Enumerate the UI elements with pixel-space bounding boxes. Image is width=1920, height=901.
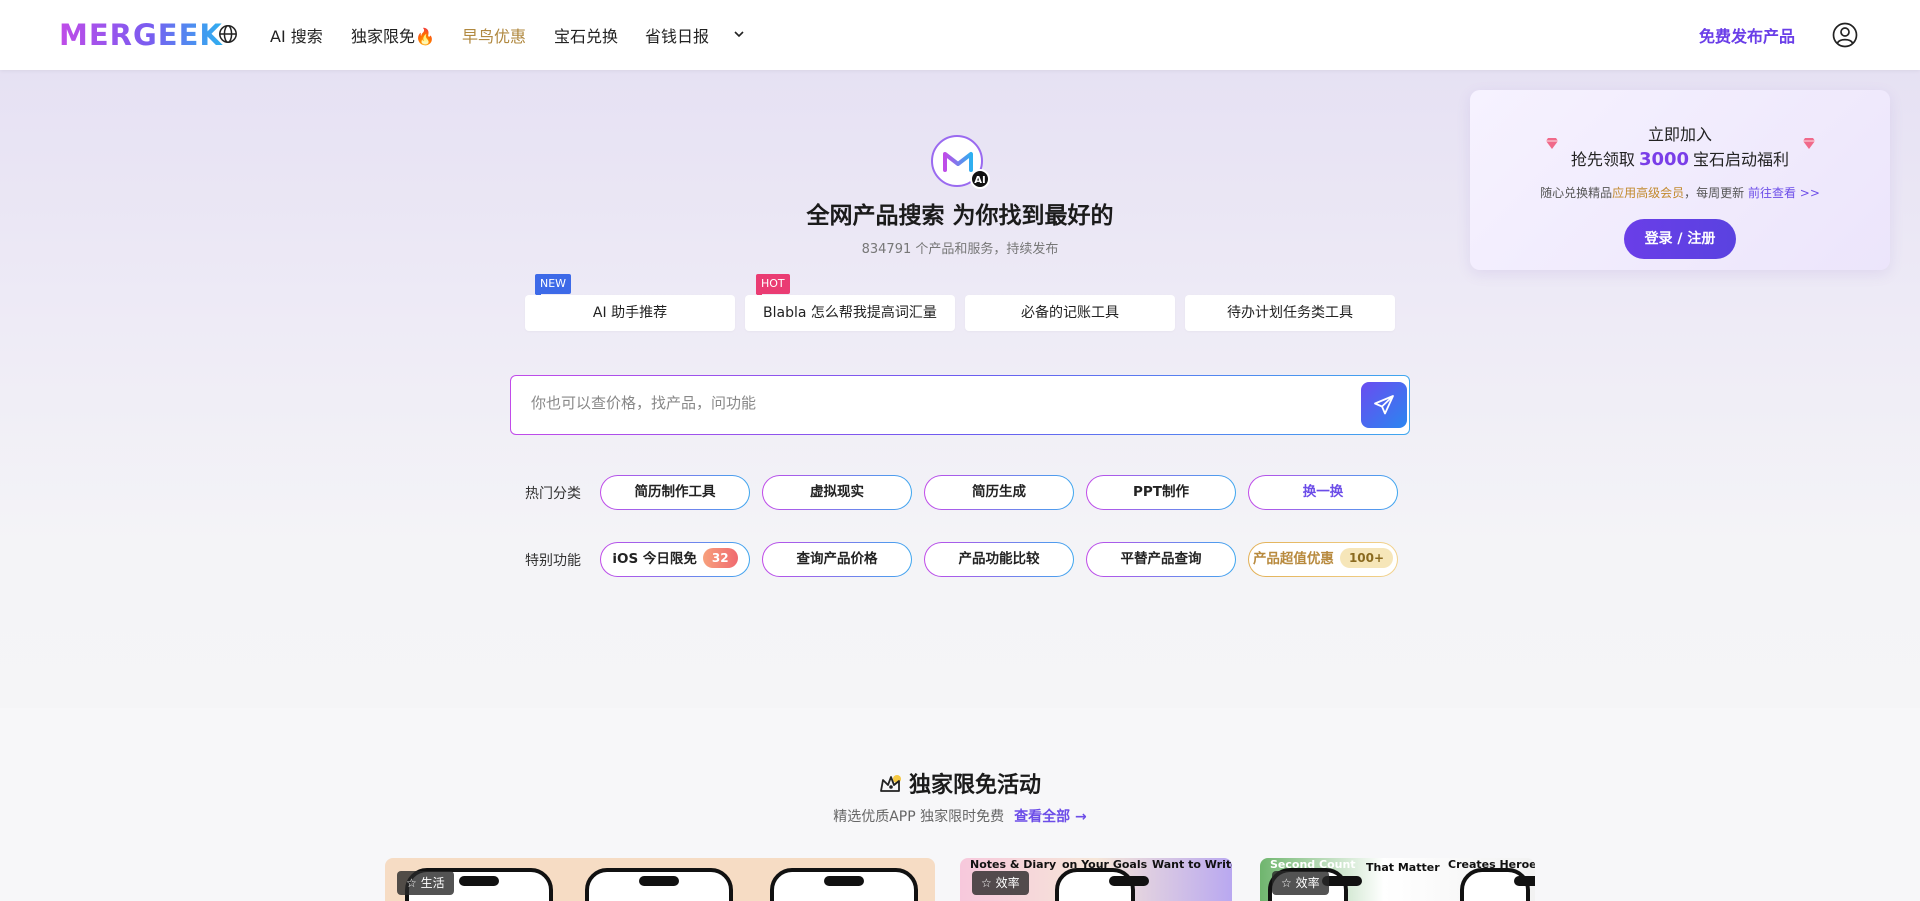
top-header: MERGEEK AI 搜索 独家限免🔥 早鸟优惠 宝石兑换 省钱日报 免费发布产… xyxy=(0,0,1920,70)
hot-category-ppt[interactable]: PPT制作 xyxy=(1086,475,1236,510)
login-register-button[interactable]: 登录 / 注册 xyxy=(1624,219,1736,259)
m-logo-icon xyxy=(943,152,973,172)
feature-label: 产品超值优惠 xyxy=(1252,551,1334,567)
section-title-text: 独家限免活动 xyxy=(908,773,1041,798)
phone-mockup xyxy=(1460,868,1535,901)
promo-caption: Want to Write xyxy=(1152,858,1232,871)
special-features-label: 特别功能 xyxy=(525,553,581,569)
offer-prefix: 抢先领取 xyxy=(1570,150,1635,169)
ai-badge: AI xyxy=(970,169,990,189)
hot-category-resume-gen[interactable]: 简历生成 xyxy=(924,475,1074,510)
globe-icon[interactable] xyxy=(218,24,238,44)
feature-price-lookup[interactable]: 查询产品价格 xyxy=(762,542,912,577)
pill-label: 虚拟现实 xyxy=(763,476,911,509)
new-badge: NEW xyxy=(535,274,572,299)
feature-deals[interactable]: 产品超值优惠 100+ xyxy=(1248,542,1398,577)
offer-number: 3000 xyxy=(1638,149,1690,170)
nav-gem-exchange[interactable]: 宝石兑换 xyxy=(554,23,618,47)
phone-mockup xyxy=(770,868,918,901)
hot-category-resume-tool[interactable]: 简历制作工具 xyxy=(600,475,750,510)
refresh-button[interactable]: 换一换 xyxy=(1248,475,1398,510)
category-tag: ☆ 生活 xyxy=(397,871,454,895)
promo-card-efficiency-2[interactable]: Second Count That Matter Creates Heroes … xyxy=(1260,858,1535,901)
desc-prefix: 随心兑换精品 xyxy=(1540,186,1613,200)
section-title: 独家限免活动 xyxy=(0,767,1920,799)
pill-label: 简历生成 xyxy=(925,476,1073,509)
pill-label: 查询产品价格 xyxy=(763,543,911,576)
pill-label: 简历制作工具 xyxy=(601,476,749,509)
desc-mid: ，每周更新 xyxy=(1684,186,1745,200)
section-subtitle: 精选优质APP 独家限时免费 查看全部 → xyxy=(0,806,1920,826)
promo-card-life[interactable]: ☆ 生活 xyxy=(385,858,935,901)
hot-categories-label: 热门分类 xyxy=(525,486,581,502)
feature-compare[interactable]: 产品功能比较 xyxy=(924,542,1074,577)
phone-mockup xyxy=(1055,868,1149,901)
user-avatar-icon[interactable] xyxy=(1832,22,1858,48)
nav-savings-daily[interactable]: 省钱日报 xyxy=(645,23,709,47)
count-badge: 100+ xyxy=(1339,548,1394,568)
category-tag: ☆ 效率 xyxy=(972,871,1029,895)
feature-ios-free-today[interactable]: iOS 今日限免 32 xyxy=(600,542,750,577)
card-offer: 抢先领取 3000 宝石启动福利 xyxy=(1470,146,1890,170)
nav-ai-search[interactable]: AI 搜索 xyxy=(270,23,323,47)
pill-label: 产品功能比较 xyxy=(925,543,1073,576)
search-input[interactable] xyxy=(531,394,1331,412)
signup-card: 立即加入 抢先领取 3000 宝石启动福利 随心兑换精品应用高级会员，每周更新 前往… xyxy=(1470,90,1890,270)
crown-icon xyxy=(880,775,901,792)
category-tag: ☆ 效率 xyxy=(1272,871,1329,895)
card-headline: 立即加入 xyxy=(1647,125,1712,144)
suggestion-todo[interactable]: 待办计划任务类工具 xyxy=(1185,295,1395,331)
hot-category-vr[interactable]: 虚拟现实 xyxy=(762,475,912,510)
chevron-down-icon[interactable] xyxy=(732,27,746,41)
publish-product-link[interactable]: 免费发布产品 xyxy=(1699,23,1795,47)
offer-suffix: 宝石启动福利 xyxy=(1693,150,1790,169)
nav-early-bird[interactable]: 早鸟优惠 xyxy=(462,23,526,47)
view-more-link[interactable]: 前往查看 >> xyxy=(1748,186,1820,200)
card-desc: 随心兑换精品应用高级会员，每周更新 前往查看 >> xyxy=(1470,184,1890,201)
search-box xyxy=(510,375,1410,435)
count-badge: 32 xyxy=(702,548,738,568)
pill-label: 产品超值优惠 100+ xyxy=(1249,543,1397,576)
paper-plane-icon xyxy=(1374,395,1394,415)
suggestion-blabla[interactable]: Blabla 怎么帮我提高词汇量 xyxy=(745,295,955,331)
nav-exclusive-free[interactable]: 独家限免🔥 xyxy=(351,23,435,47)
phone-mockup xyxy=(585,868,733,901)
section-subtitle-text: 精选优质APP 独家限时免费 xyxy=(833,809,1005,825)
promo-caption: Notes & Diary xyxy=(970,858,1057,871)
desc-highlight: 应用高级会员 xyxy=(1612,186,1685,200)
search-box-inner xyxy=(511,376,1409,434)
feature-label: iOS 今日限免 xyxy=(612,551,697,567)
promo-card-efficiency-1[interactable]: Notes & Diary on Your Goals Want to Writ… xyxy=(960,858,1232,901)
suggestion-accounting[interactable]: 必备的记账工具 xyxy=(965,295,1175,331)
tag-label: 生活 xyxy=(420,876,445,890)
pill-label: 平替产品查询 xyxy=(1087,543,1235,576)
tag-label: 效率 xyxy=(995,876,1020,890)
tag-label: 效率 xyxy=(1295,876,1320,890)
send-button[interactable] xyxy=(1361,382,1407,428)
mergeek-logo[interactable]: MERGEEK xyxy=(59,18,223,52)
pill-label: 换一换 xyxy=(1249,476,1397,509)
view-all-link[interactable]: 查看全部 → xyxy=(1014,809,1087,825)
pill-label: PPT制作 xyxy=(1087,476,1235,509)
feature-alternatives[interactable]: 平替产品查询 xyxy=(1086,542,1236,577)
suggestion-ai-assistant[interactable]: AI 助手推荐 xyxy=(525,295,735,331)
hero-ai-logo: AI xyxy=(931,135,990,189)
pill-label: iOS 今日限免 32 xyxy=(601,543,749,576)
hot-badge: HOT xyxy=(756,274,790,299)
promo-caption: That Matter xyxy=(1366,861,1440,874)
